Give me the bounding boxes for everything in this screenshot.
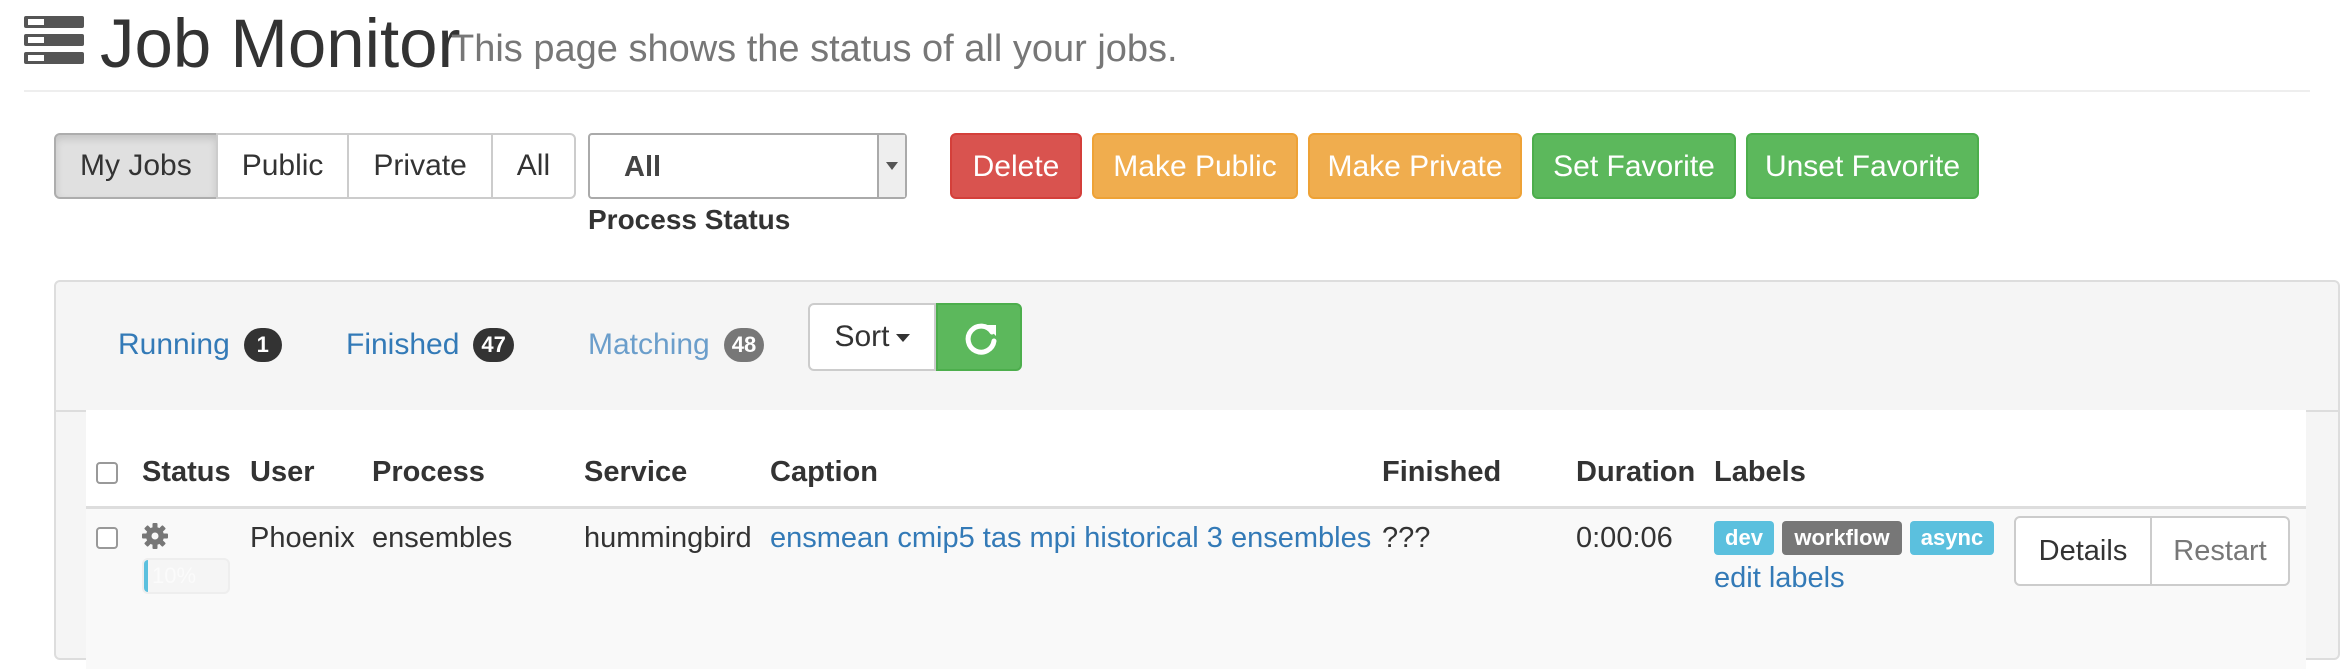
jobs-toolbar: Running 1 Finished 47 Matching 48 Sort [56,282,2338,412]
running-label: Running [118,328,230,361]
page-title: Job Monitor [100,5,461,82]
sort-label: Sort [834,320,890,353]
all-button[interactable]: All [490,133,577,199]
caret-down-icon [895,334,910,343]
cell-duration: 0:00:06 [1576,522,1673,554]
set-favorite-button[interactable]: Set Favorite [1532,133,1736,199]
column-header-labels: Labels [1714,456,1806,488]
cell-finished: ??? [1382,522,1431,554]
process-status-select[interactable]: All [588,133,907,199]
make-public-button[interactable]: Make Public [1092,133,1298,199]
row-checkbox[interactable] [96,527,118,549]
running-tab[interactable]: Running 1 [118,325,282,365]
jobs-table: Status User Process Service Caption Fini… [86,410,2306,670]
access-filter-group: My Jobs Public Private All [54,133,577,199]
page-header: Job Monitor This page shows the status o… [24,0,2310,92]
edit-labels-link[interactable]: edit labels [1714,562,1845,594]
cell-service: hummingbird [584,522,752,554]
column-header-service: Service [584,456,688,488]
finished-tab[interactable]: Finished 47 [346,325,514,365]
cell-user: Phoenix [250,522,355,554]
finished-label: Finished [346,328,460,361]
refresh-button[interactable] [936,303,1022,371]
my-jobs-button[interactable]: My Jobs [54,133,218,199]
unset-favorite-button[interactable]: Unset Favorite [1746,133,1979,199]
delete-button[interactable]: Delete [950,133,1082,199]
caption-link[interactable]: ensmean cmip5 tas mpi historical 3 ensem… [770,522,1371,554]
matching-tab[interactable]: Matching 48 [588,325,765,365]
chevron-down-icon [886,162,898,170]
label-tag-async: async [1910,521,1994,555]
label-tag-dev: dev [1714,521,1774,555]
column-header-status: Status [142,456,231,488]
label-tag-workflow: workflow [1782,521,1902,555]
select-arrow[interactable] [877,135,905,197]
column-header-duration: Duration [1576,456,1696,488]
process-status-value: All [624,151,662,183]
page-subtitle: This page shows the status of all your j… [451,28,1178,70]
jobs-panel: Running 1 Finished 47 Matching 48 Sort S… [54,280,2340,670]
public-button[interactable]: Public [215,133,350,199]
tasks-icon [24,16,84,64]
private-button[interactable]: Private [347,133,493,199]
make-private-button[interactable]: Make Private [1308,133,1522,199]
process-status-label: Process Status [588,204,791,235]
column-header-caption: Caption [770,456,878,488]
running-count-badge: 1 [243,328,282,362]
progress-text: 10% [151,563,197,588]
job-progress-bar: 10% [142,558,230,594]
finished-count-badge: 47 [473,328,514,362]
column-header-finished: Finished [1382,456,1502,488]
select-all-checkbox[interactable] [96,462,118,484]
column-header-process: Process [372,456,485,488]
cell-process: ensembles [372,522,513,554]
refresh-icon [965,323,997,355]
restart-button[interactable]: Restart [2150,516,2290,586]
gear-icon [142,523,168,549]
details-button[interactable]: Details [2014,516,2152,586]
matching-count-badge: 48 [723,328,765,362]
column-header-user: User [250,456,315,488]
matching-label: Matching [588,328,710,361]
sort-button[interactable]: Sort [808,303,936,371]
